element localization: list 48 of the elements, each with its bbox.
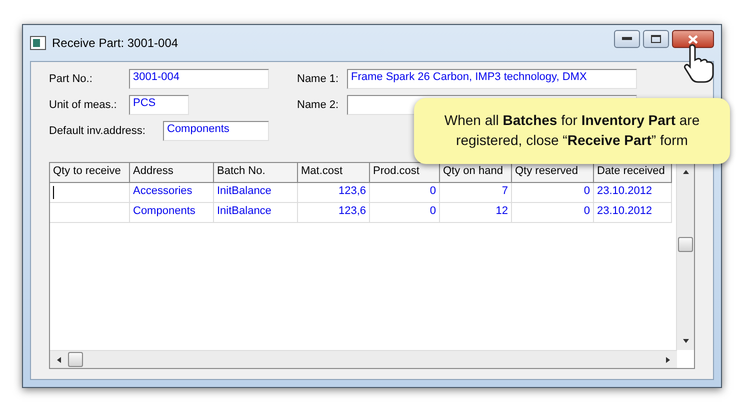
table-cell[interactable]: 123,6 <box>298 183 370 203</box>
table-cell[interactable] <box>50 183 130 203</box>
scroll-left-icon[interactable] <box>56 356 62 364</box>
field-label: Unit of meas.: <box>49 98 118 110</box>
close-button[interactable] <box>672 30 714 48</box>
table-cell[interactable]: Components <box>130 203 214 223</box>
scrollbar-thumb[interactable] <box>68 352 83 367</box>
table-cell[interactable]: 0 <box>512 183 594 203</box>
column-header[interactable]: Qty on hand <box>440 163 512 183</box>
scroll-right-icon[interactable] <box>665 356 671 364</box>
window-title: Receive Part: 3001-004 <box>52 36 178 50</box>
table-cell[interactable]: 23.10.2012 <box>594 183 672 203</box>
column-header[interactable]: Date received <box>594 163 672 183</box>
maximize-button[interactable] <box>643 30 669 48</box>
input-field[interactable]: 3001-004 <box>129 68 269 88</box>
scrollbar-thumb[interactable] <box>678 237 693 252</box>
minimize-button[interactable] <box>614 30 640 48</box>
table-cell[interactable]: 0 <box>370 203 440 223</box>
table-cell[interactable]: 123,6 <box>298 203 370 223</box>
input-field[interactable]: Components <box>163 120 269 140</box>
table-cell[interactable]: 12 <box>440 203 512 223</box>
column-header[interactable]: Qty to receive <box>50 163 130 183</box>
input-field[interactable]: PCS <box>129 94 189 114</box>
table-cell[interactable]: 7 <box>440 183 512 203</box>
scroll-down-icon[interactable] <box>682 338 690 344</box>
table-cell[interactable]: 0 <box>370 183 440 203</box>
table-cell[interactable]: Accessories <box>130 183 214 203</box>
table-cell[interactable]: 0 <box>512 203 594 223</box>
callout-tooltip: When all Batches for Inventory Part are registered, close “Receive Part” form <box>414 98 730 164</box>
table-cell[interactable] <box>50 203 130 223</box>
field-label: Part No.: <box>49 72 94 84</box>
field-label: Name 1: <box>297 72 340 84</box>
column-header[interactable]: Prod.cost <box>370 163 440 183</box>
maximize-icon <box>651 35 661 43</box>
field-label: Default inv.address: <box>49 124 146 136</box>
minimize-icon <box>622 37 632 41</box>
column-header[interactable]: Batch No. <box>214 163 298 183</box>
app-icon <box>30 36 46 50</box>
table-cell[interactable]: 23.10.2012 <box>594 203 672 223</box>
input-field[interactable]: Frame Spark 26 Carbon, IMP3 technology, DMX <box>347 68 637 88</box>
column-header[interactable]: Address <box>130 163 214 183</box>
close-icon <box>688 34 698 44</box>
table-cell[interactable]: InitBalance <box>214 183 298 203</box>
field-label: Name 2: <box>297 98 340 110</box>
column-header[interactable]: Qty reserved <box>512 163 594 183</box>
scroll-up-icon[interactable] <box>682 169 690 175</box>
table-cell[interactable]: InitBalance <box>214 203 298 223</box>
column-header[interactable]: Mat.cost <box>298 163 370 183</box>
